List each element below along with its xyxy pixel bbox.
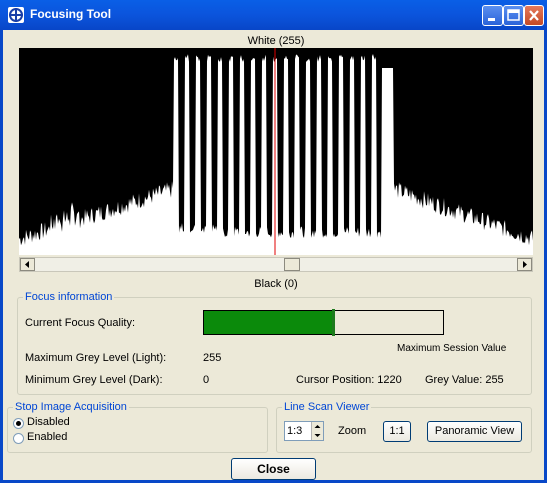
- black-level-label: Black (0): [254, 278, 298, 290]
- enabled-radio[interactable]: [13, 433, 24, 444]
- min-grey-level-label: Minimum Grey Level (Dark):: [25, 374, 163, 386]
- zoom-label: Zoom: [338, 425, 367, 437]
- maximize-button[interactable]: [503, 5, 524, 26]
- white-level-label: White (255): [247, 35, 305, 47]
- arrow-up-icon: [314, 425, 321, 428]
- arrow-right-icon: [523, 261, 527, 268]
- focus-information-title: Focus information: [23, 291, 115, 303]
- current-focus-quality-label: Current Focus Quality:: [25, 317, 136, 329]
- stop-acquisition-group: Stop Image Acquisition: [7, 401, 268, 453]
- zoom-value[interactable]: 1:3: [287, 425, 302, 437]
- arrow-down-icon: [314, 434, 321, 437]
- zoom-up-button[interactable]: [311, 422, 323, 431]
- scroll-thumb[interactable]: [284, 258, 300, 271]
- panoramic-view-button[interactable]: Panoramic View: [427, 421, 522, 442]
- disabled-radio-label[interactable]: Disabled: [27, 416, 70, 428]
- title-bar[interactable]: Focusing Tool: [0, 0, 547, 30]
- arrow-left-icon: [25, 261, 29, 268]
- profile-fill: [19, 54, 533, 255]
- window-frame-left: [0, 30, 3, 483]
- max-session-value-label: Maximum Session Value: [397, 343, 507, 354]
- max-session-marker: [332, 309, 335, 336]
- cursor-position-readout: Cursor Position: 1220: [296, 374, 402, 386]
- minimize-icon: [488, 18, 495, 21]
- min-grey-level-value: 0: [203, 374, 210, 386]
- stop-acquisition-title: Stop Image Acquisition: [13, 401, 129, 413]
- close-window-button[interactable]: [524, 5, 544, 26]
- max-grey-level-value: 255: [203, 352, 222, 364]
- line-scan-profile: [19, 48, 533, 255]
- maximize-icon: [507, 9, 520, 21]
- disabled-radio[interactable]: [13, 418, 24, 429]
- crosshair-icon: [8, 7, 24, 23]
- focus-quality-bar: [203, 309, 444, 336]
- zoom-down-button[interactable]: [311, 431, 323, 440]
- focus-quality-fill: [204, 311, 333, 334]
- minimize-button[interactable]: [482, 5, 503, 26]
- window-title: Focusing Tool: [30, 7, 112, 21]
- close-icon: [529, 10, 539, 21]
- max-grey-level-label: Maximum Grey Level (Light):: [25, 352, 167, 364]
- enabled-radio-label[interactable]: Enabled: [27, 431, 67, 443]
- focusing-tool-window: Focusing Tool White (255) Black (0) Focu…: [0, 0, 547, 483]
- grey-value-readout: Grey Value: 255: [425, 374, 504, 386]
- scroll-right-button[interactable]: [517, 258, 532, 271]
- zoom-spinner[interactable]: 1:3: [284, 421, 324, 441]
- close-button[interactable]: Close: [231, 458, 316, 480]
- scroll-left-button[interactable]: [20, 258, 35, 271]
- horizontal-scrollbar[interactable]: [19, 257, 533, 272]
- line-scan-plot[interactable]: [19, 48, 533, 255]
- one-to-one-button[interactable]: 1:1: [383, 421, 411, 442]
- line-scan-viewer-title: Line Scan Viewer: [282, 401, 372, 413]
